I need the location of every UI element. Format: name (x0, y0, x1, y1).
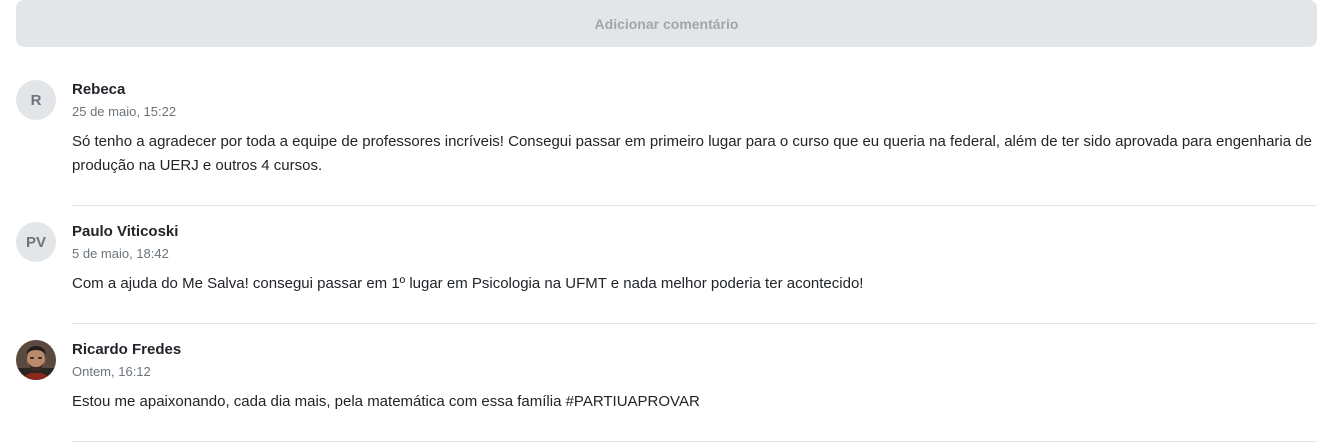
comment-text: Só tenho a agradecer por toda a equipe d… (72, 133, 1312, 174)
add-comment-button[interactable]: Adicionar comentário (16, 0, 1317, 47)
divider (72, 205, 1317, 206)
divider (72, 323, 1317, 324)
comments-section: Adicionar comentário R Rebeca 25 de maio… (0, 0, 1333, 442)
comment-author: Paulo Viticoski (72, 223, 179, 240)
comment-text: Com a ajuda do Me Salva! consegui passar… (72, 275, 864, 292)
comment-body: Rebeca 25 de maio, 15:22 Só tenho a agra… (72, 80, 1317, 178)
avatar (16, 340, 56, 380)
avatar: PV (16, 222, 56, 262)
comment-timestamp: 25 de maio, 15:22 (72, 104, 177, 119)
comment-author: Ricardo Fredes (72, 341, 182, 358)
user-photo-icon (16, 340, 56, 380)
avatar: R (16, 80, 56, 120)
comment-author: Rebeca (72, 81, 126, 98)
comment-timestamp: 5 de maio, 18:42 (72, 246, 169, 261)
avatar-initials: PV (25, 233, 46, 251)
comment-timestamp: Ontem, 16:12 (72, 364, 151, 379)
comment-body: Paulo Viticoski 5 de maio, 18:42 Com a a… (72, 222, 1317, 296)
comment-body: Ricardo Fredes Ontem, 16:12 Estou me apa… (72, 340, 1317, 414)
comment-text: Estou me apaixonando, cada dia mais, pel… (72, 393, 700, 410)
avatar-initials: R (30, 91, 42, 109)
